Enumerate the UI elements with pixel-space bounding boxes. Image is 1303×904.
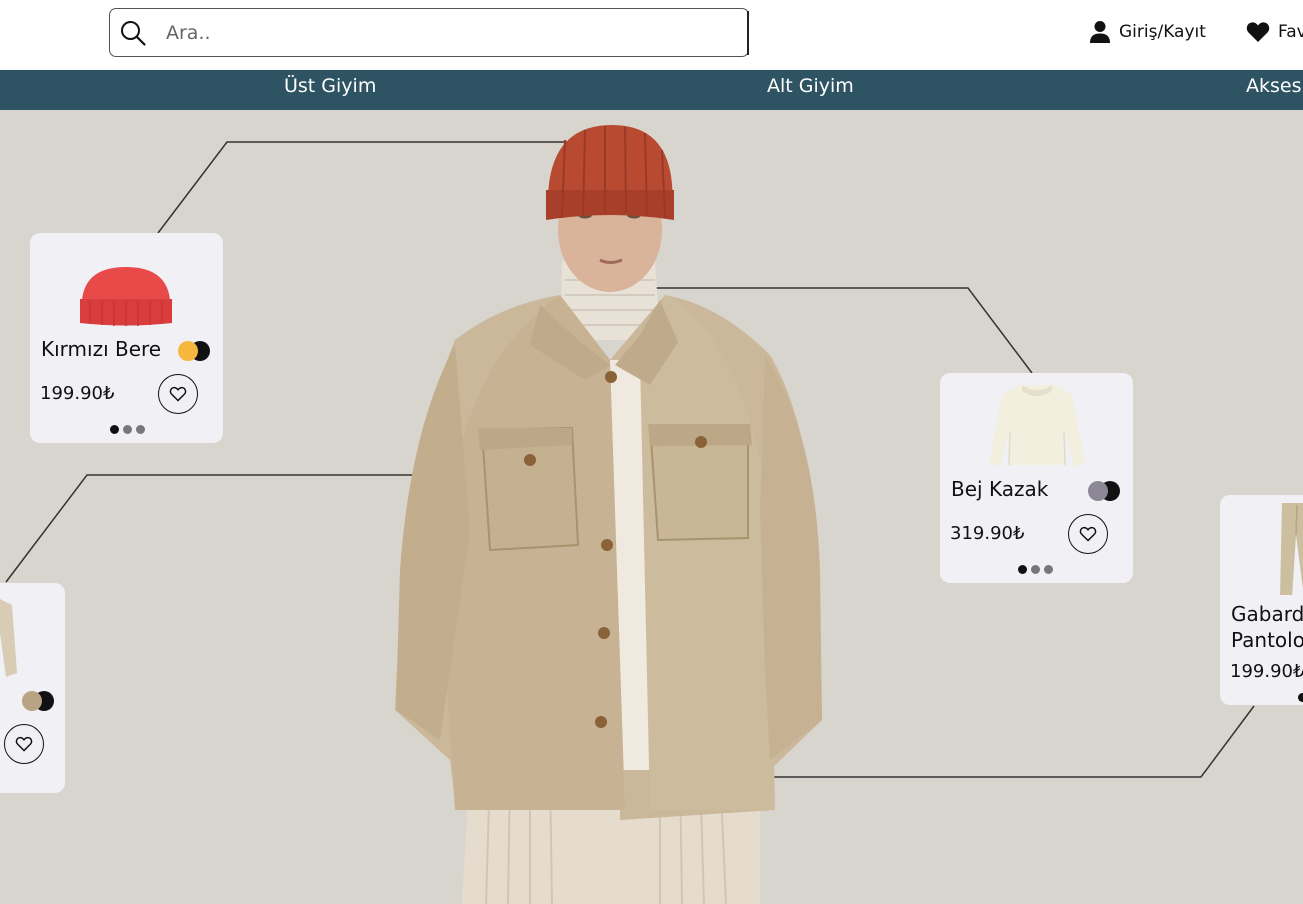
heart-outline-icon <box>169 386 187 402</box>
carousel-dot[interactable] <box>110 425 119 434</box>
category-nav: Üst Giyim Alt Giyim Aksesuar <box>0 70 1303 110</box>
carousel-dot[interactable] <box>1031 565 1040 574</box>
swatch-yellow[interactable] <box>178 341 198 361</box>
product-name: Kırmızı Bere <box>41 337 162 361</box>
color-swatches <box>22 691 56 711</box>
carousel-dot[interactable] <box>1298 693 1303 702</box>
heart-outline-icon <box>1079 526 1097 542</box>
heart-outline-icon <box>15 736 33 752</box>
add-to-favorites-button[interactable] <box>158 374 198 414</box>
favorites-label: Favoriler <box>1278 22 1303 42</box>
site-header: Giriş/Kayıt Favoriler <box>0 0 1303 70</box>
favorites-link[interactable]: Favoriler <box>1246 19 1303 45</box>
image-carousel-dots <box>110 425 145 434</box>
nav-item-alt-giyim[interactable]: Alt Giyim <box>767 70 854 110</box>
text-cursor <box>747 11 749 55</box>
heart-icon <box>1246 22 1270 42</box>
page: Giriş/Kayıt Favoriler Üst Giyim Alt Giyi… <box>0 0 1303 904</box>
product-price: 199.90₺ <box>40 383 115 404</box>
carousel-dot[interactable] <box>1044 565 1053 574</box>
nav-item-aksesuar[interactable]: Aksesuar <box>1246 70 1303 110</box>
product-price: 319.90₺ <box>950 523 1025 544</box>
product-price: 199.90₺ <box>1230 661 1303 682</box>
swatch-beige[interactable] <box>22 691 42 711</box>
product-name: Gabardin Pantolon <box>1231 602 1303 652</box>
add-to-favorites-button[interactable] <box>4 724 44 764</box>
user-icon <box>1090 21 1110 43</box>
image-carousel-dots <box>1298 693 1303 702</box>
product-image-beige-coat <box>0 599 17 677</box>
carousel-dot[interactable] <box>1018 565 1027 574</box>
product-card-bej-kazak[interactable]: Bej Kazak 319.90₺ <box>940 373 1133 583</box>
login-label: Giriş/Kayıt <box>1119 22 1206 42</box>
hero-lookbook: Kırmızı Bere 199.90₺ Bej Kazak 319.90₺ G… <box>0 110 1303 904</box>
login-link[interactable]: Giriş/Kayıt <box>1089 19 1206 45</box>
product-image-red-beanie <box>80 267 172 326</box>
product-name: Bej Kazak <box>951 477 1049 501</box>
product-card-coat[interactable] <box>0 583 65 793</box>
nav-item-ust-giyim[interactable]: Üst Giyim <box>284 70 376 110</box>
carousel-dot[interactable] <box>136 425 145 434</box>
product-image-beige-sweater <box>989 385 1085 467</box>
swatch-grey[interactable] <box>1088 481 1108 501</box>
product-card-kirmizi-bere[interactable]: Kırmızı Bere 199.90₺ <box>30 233 223 443</box>
color-swatches <box>1088 481 1122 501</box>
carousel-dot[interactable] <box>123 425 132 434</box>
search-bar[interactable] <box>109 8 749 57</box>
image-carousel-dots <box>1018 565 1053 574</box>
color-swatches <box>178 341 212 361</box>
add-to-favorites-button[interactable] <box>1068 514 1108 554</box>
search-icon[interactable] <box>120 20 146 46</box>
product-image-gabardine-trousers <box>1280 503 1303 595</box>
product-card-gabardin-pantolon[interactable]: Gabardin Pantolon 199.90₺ <box>1220 495 1303 705</box>
search-input[interactable] <box>166 19 726 47</box>
